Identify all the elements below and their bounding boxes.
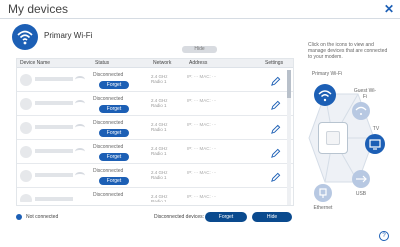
device-avatar: [20, 122, 32, 134]
column-network[interactable]: Network: [153, 60, 171, 66]
page-title: My devices: [8, 2, 69, 16]
column-device-name[interactable]: Device Name: [20, 60, 50, 66]
network-text: 2.4 GHz Radio 1: [151, 122, 168, 132]
legend-label: Not connected: [26, 214, 59, 220]
device-avatar: [20, 74, 32, 86]
hide-tab-button[interactable]: Hide: [182, 46, 217, 53]
wifi-signal-icon: [75, 100, 85, 107]
wifi-signal-icon: [75, 76, 85, 83]
network-diagram: Primary Wi-Fi Guest Wi-Fi TV USB Etherne…: [300, 66, 398, 216]
guest-wifi-node[interactable]: [352, 102, 370, 120]
help-icon[interactable]: ?: [379, 231, 389, 241]
disconnected-devices-label: Disconnected devices:: [154, 214, 205, 220]
primary-wifi-label: Primary Wi-Fi: [44, 31, 93, 40]
table-row: Disconnected Forget 2.4 GHz Radio 1 IP: …: [17, 92, 293, 116]
diagram-instructions: Click on the icons to view and manage de…: [308, 42, 388, 60]
column-settings: Settings: [265, 60, 284, 66]
usb-node[interactable]: [352, 170, 370, 188]
network-text: 2.4 GHz Radio 1: [151, 98, 168, 108]
address-text: IP: ··· MAC: ···: [187, 74, 217, 79]
edit-icon[interactable]: [270, 170, 281, 182]
scroll-thumb[interactable]: [287, 70, 291, 98]
wifi-signal-icon: [75, 148, 85, 155]
edit-icon[interactable]: [270, 122, 281, 134]
address-text: IP: ··· MAC: ···: [187, 146, 217, 151]
edit-icon[interactable]: [270, 74, 281, 86]
address-text: IP: ··· MAC: ···: [187, 170, 217, 175]
status-text: Disconnected: [93, 168, 124, 174]
close-icon[interactable]: ✕: [384, 2, 394, 16]
hide-disconnected-button[interactable]: Hide: [252, 212, 292, 222]
not-connected-dot: [16, 214, 22, 220]
network-text: 2.4 GHz Radio 1: [151, 194, 168, 202]
status-text: Disconnected: [93, 144, 124, 150]
status-text: Disconnected: [93, 72, 124, 78]
device-name-redacted: [35, 173, 73, 177]
modem-icon: [326, 131, 340, 145]
wifi-signal-icon: [75, 124, 85, 131]
primary-wifi-icon: [12, 24, 38, 50]
title-bar: My devices ✕: [0, 0, 400, 18]
device-name-redacted: [35, 125, 73, 129]
table-header: Device Name Status Network Address Setti…: [17, 59, 293, 68]
forget-button[interactable]: Forget: [99, 177, 129, 185]
tv-node[interactable]: [365, 134, 385, 154]
address-text: IP: ··· MAC: ···: [187, 122, 217, 127]
primary-wifi-node-label: Primary Wi-Fi: [311, 71, 343, 77]
forget-all-button[interactable]: Forget: [205, 212, 247, 222]
hide-tab-label: Hide: [194, 46, 205, 52]
network-text: 2.4 GHz Radio 1: [151, 146, 168, 156]
ethernet-node[interactable]: [314, 184, 332, 202]
table-body: Disconnected Forget 2.4 GHz Radio 1 IP: …: [17, 68, 293, 202]
table-row: Disconnected 2.4 GHz Radio 1 IP: ··· MAC…: [17, 188, 293, 202]
wifi-signal-icon: [75, 172, 85, 179]
table-row: Disconnected Forget 2.4 GHz Radio 1 IP: …: [17, 164, 293, 188]
status-text: Disconnected: [93, 120, 124, 126]
divider: [0, 18, 400, 19]
forget-button[interactable]: Forget: [99, 129, 129, 137]
usb-node-label: USB: [355, 191, 367, 197]
forget-button[interactable]: Forget: [99, 105, 129, 113]
network-text: 2.4 GHz Radio 1: [151, 170, 168, 180]
status-text: Disconnected: [93, 96, 124, 102]
device-name-redacted: [35, 77, 73, 81]
column-status[interactable]: Status: [95, 60, 109, 66]
device-name-redacted: [35, 101, 73, 105]
forget-button[interactable]: Forget: [99, 153, 129, 161]
edit-icon[interactable]: [270, 98, 281, 110]
forget-button[interactable]: Forget: [99, 81, 129, 89]
status-text: Disconnected: [93, 192, 124, 198]
device-avatar: [20, 194, 32, 202]
device-name-redacted: [35, 149, 73, 153]
device-avatar: [20, 98, 32, 110]
table-row: Disconnected Forget 2.4 GHz Radio 1 IP: …: [17, 116, 293, 140]
edit-icon[interactable]: [270, 146, 281, 158]
network-text: 2.4 GHz Radio 1: [151, 74, 168, 84]
guest-wifi-node-label: Guest Wi-Fi: [353, 88, 377, 100]
device-name-redacted: [35, 197, 73, 201]
address-text: IP: ··· MAC: ···: [187, 194, 217, 199]
address-text: IP: ··· MAC: ···: [187, 98, 217, 103]
modem-node[interactable]: [318, 122, 348, 154]
primary-wifi-node[interactable]: [314, 84, 336, 106]
device-avatar: [20, 146, 32, 158]
tv-node-label: TV: [372, 126, 380, 132]
devices-table: Device Name Status Network Address Setti…: [16, 58, 294, 206]
table-scrollbar[interactable]: [287, 70, 291, 205]
ethernet-node-label: Ethernet: [313, 205, 333, 211]
table-row: Disconnected Forget 2.4 GHz Radio 1 IP: …: [17, 68, 293, 92]
device-avatar: [20, 170, 32, 182]
column-address[interactable]: Address: [189, 60, 207, 66]
table-row: Disconnected Forget 2.4 GHz Radio 1 IP: …: [17, 140, 293, 164]
